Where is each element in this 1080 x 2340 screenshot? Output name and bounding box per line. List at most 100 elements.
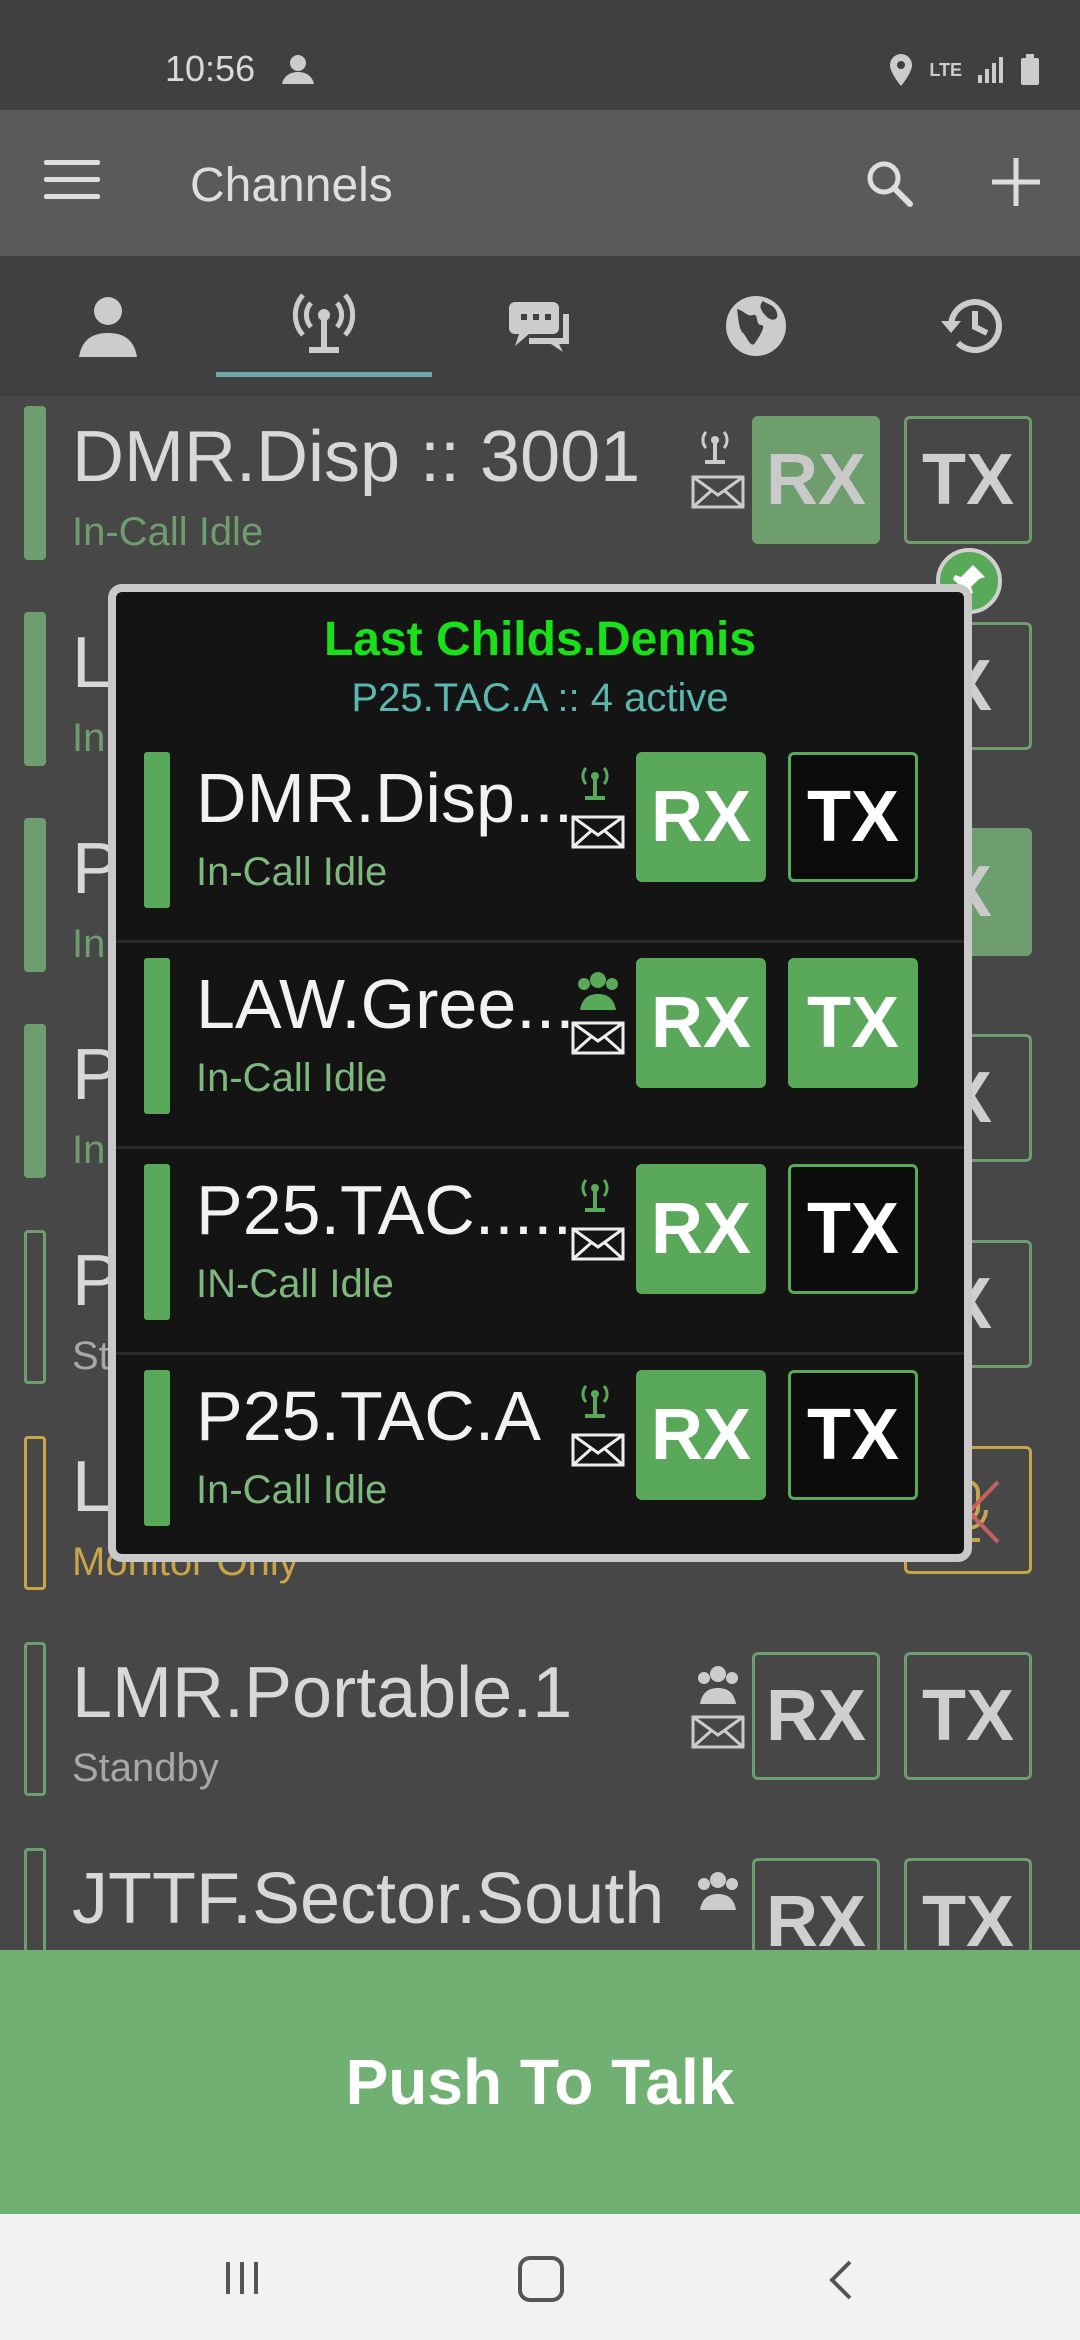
rx-button[interactable]: RX (636, 1164, 766, 1294)
channel-status: St (72, 1334, 110, 1378)
channel-status: In-Call Idle (196, 850, 388, 894)
channel-status-bar (24, 1024, 46, 1178)
tab-globe[interactable] (648, 256, 864, 396)
message-icon (691, 475, 745, 509)
menu-icon[interactable] (44, 160, 100, 204)
tab-messages[interactable] (432, 256, 648, 396)
channel-name: LAW.Gree... (196, 965, 575, 1043)
channel-status-bar (24, 612, 46, 766)
channel-name: DMR.Disp... (196, 759, 574, 837)
channel-icons (690, 426, 746, 516)
channel-name: JTTF.Sector.South (72, 1859, 665, 1939)
active-channels-popup: Last Childs.Dennis P25.TAC.A :: 4 active… (108, 584, 972, 1562)
channel-status-bar (144, 752, 170, 908)
status-bar: 10:56 LTE (0, 0, 1080, 110)
history-icon (941, 299, 1002, 354)
message-icon (571, 1227, 625, 1261)
channel-status-bar (24, 1436, 46, 1590)
popup-title: Last Childs.Dennis (323, 613, 757, 666)
system-nav-bar (0, 2214, 1080, 2340)
channel-icons (690, 1868, 746, 1917)
person-icon (79, 297, 137, 357)
rx-button[interactable]: RX (636, 1370, 766, 1500)
group-call-status-icon (278, 52, 318, 91)
chat-icon (509, 302, 569, 352)
radio-tower-icon (581, 767, 609, 800)
channel-status: In (72, 922, 106, 966)
tx-button[interactable]: TX (788, 752, 918, 882)
channel-status-bar (144, 1370, 170, 1526)
location-icon (890, 54, 913, 86)
channel-name: P25.TAC.A (196, 1377, 541, 1455)
channel-status: In-Call Idle (72, 510, 264, 554)
tx-button[interactable]: TX (788, 958, 918, 1088)
channel-icons (570, 1174, 626, 1268)
add-channel-icon[interactable] (988, 152, 1044, 217)
channel-name: L (72, 1447, 113, 1527)
channel-name: DMR.Disp :: 3001 (72, 417, 641, 497)
group-icon (578, 972, 618, 1010)
message-icon (691, 1715, 745, 1749)
channel-status-bar (24, 1642, 46, 1796)
tab-history[interactable] (864, 256, 1080, 396)
channel-icons (570, 762, 626, 856)
battery-icon (1021, 54, 1039, 85)
channel-name: LMR.Portable.1 (72, 1653, 573, 1733)
page-title: Channels (190, 159, 393, 212)
app-bar: Channels (0, 110, 1080, 256)
channel-status: IN-Call Idle (196, 1262, 394, 1306)
channel-status: In-Call Idle (196, 1056, 388, 1100)
message-icon (571, 815, 625, 849)
signal-icon (978, 57, 1003, 83)
message-icon (571, 1021, 625, 1055)
lte-indicator: LTE (929, 60, 962, 80)
channel-status-bar (24, 1230, 46, 1384)
tx-button[interactable]: TX (904, 416, 1032, 544)
channel-status-bar (24, 406, 46, 560)
tx-button[interactable]: TX (788, 1370, 918, 1500)
channel-status: In (72, 1128, 106, 1172)
popup-subtitle: P25.TAC.A :: 4 active (351, 676, 729, 720)
channel-row[interactable]: LMR.Portable.1 Standby RX TX (0, 1632, 1080, 1840)
popup-channel-row[interactable]: LAW.Gree... In-Call Idle RX TX (116, 942, 964, 1149)
popup-channel-row[interactable]: DMR.Disp... In-Call Idle RX TX (116, 736, 964, 943)
channel-icons (570, 1380, 626, 1474)
channel-status: Standby (72, 1746, 219, 1790)
popup-channel-row[interactable]: P25.TAC..... IN-Call Idle RX TX (116, 1148, 964, 1355)
tab-bar (0, 256, 1080, 396)
status-time: 10:56 (165, 48, 256, 89)
home-icon[interactable] (518, 2256, 564, 2302)
group-icon (698, 1872, 738, 1910)
channel-name: P25.TAC..... (196, 1171, 573, 1249)
popup-channel-row[interactable]: P25.TAC.A In-Call Idle RX TX (116, 1354, 964, 1554)
channel-icons (690, 1662, 746, 1756)
channel-status-bar (144, 958, 170, 1114)
rx-button[interactable]: RX (636, 752, 766, 882)
status-icons: LTE (887, 52, 1040, 88)
back-icon[interactable] (826, 2258, 856, 2307)
rx-button[interactable]: RX (752, 1652, 880, 1780)
tab-contacts[interactable] (0, 256, 216, 396)
channel-status-bar (24, 818, 46, 972)
radio-tower-icon (581, 1179, 609, 1212)
message-icon (571, 1433, 625, 1467)
tx-button[interactable]: TX (904, 1652, 1032, 1780)
globe-icon (726, 296, 786, 356)
search-icon[interactable] (864, 158, 916, 215)
rx-button[interactable]: RX (752, 416, 880, 544)
tx-button[interactable]: TX (788, 1164, 918, 1294)
channel-name: L (72, 623, 113, 703)
recent-apps-icon[interactable] (222, 2258, 262, 2303)
channel-status: In (72, 716, 106, 760)
channel-row[interactable]: DMR.Disp :: 3001 In-Call Idle RX TX (0, 396, 1080, 604)
channel-icons (570, 968, 626, 1062)
channel-status: In-Call Idle (196, 1468, 388, 1512)
channel-status-bar (144, 1164, 170, 1320)
push-to-talk-button[interactable]: Push To Talk (0, 1950, 1080, 2214)
rx-button[interactable]: RX (636, 958, 766, 1088)
radio-tower-icon (581, 1385, 609, 1418)
radio-tower-icon (292, 293, 356, 353)
group-icon (698, 1666, 738, 1704)
selected-tab-indicator (216, 372, 432, 377)
radio-tower-icon (701, 431, 729, 464)
